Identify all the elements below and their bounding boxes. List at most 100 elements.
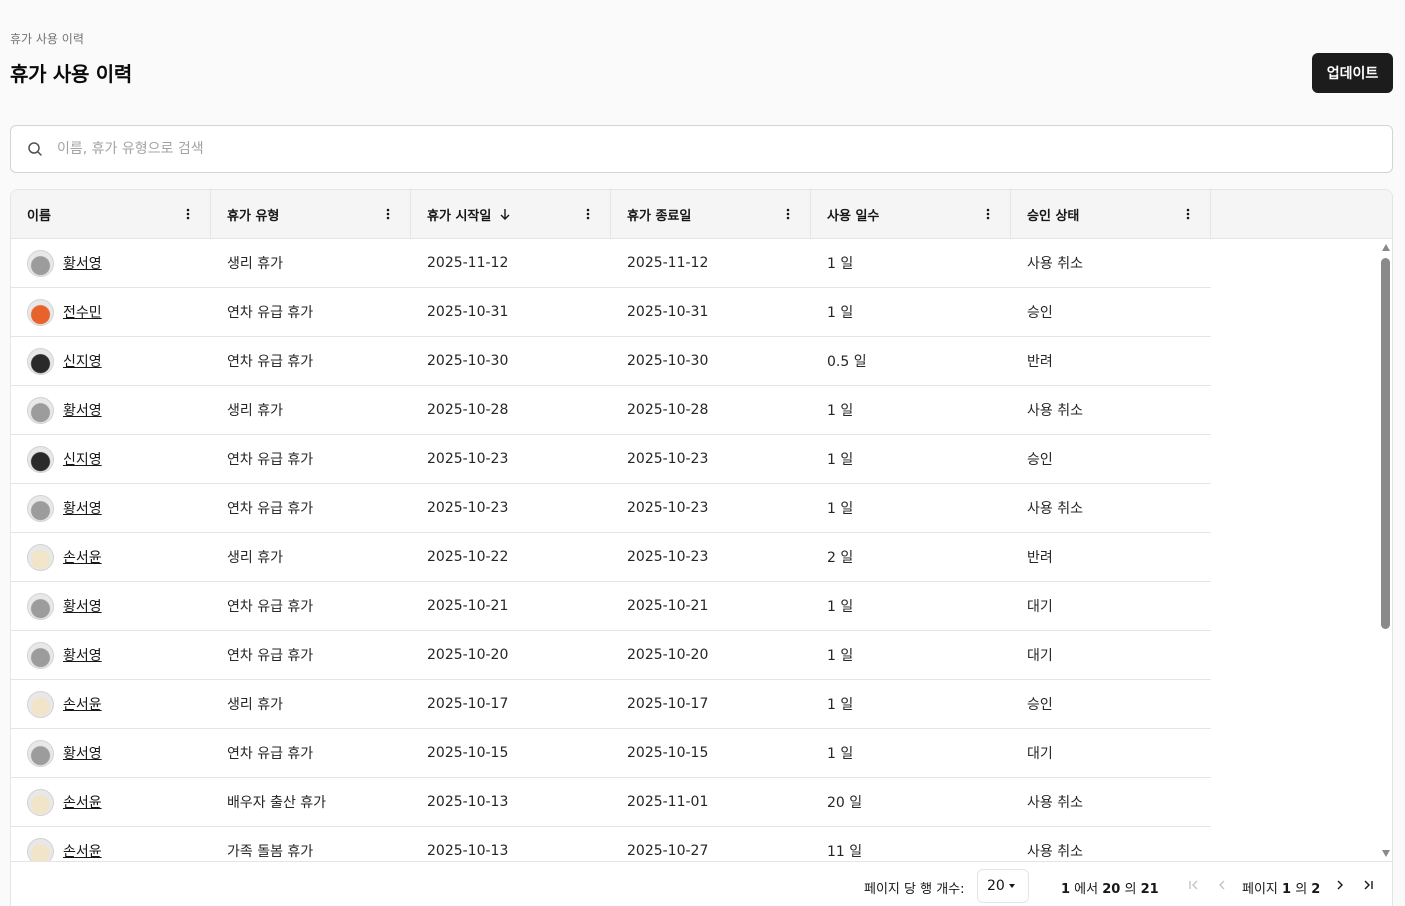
cell-leave-type: 연차 유급 휴가 — [227, 452, 314, 468]
table-row[interactable]: 황서영 연차 유급 휴가 2025-10-20 2025-10-20 1 일 대기 — [11, 631, 1211, 680]
employee-name-link[interactable]: 손서윤 — [63, 841, 102, 861]
page-title: 휴가 사용 이력 — [10, 62, 132, 86]
cell-approval-status: 사용 취소 — [1027, 256, 1083, 272]
employee-name-link[interactable]: 신지영 — [63, 449, 102, 469]
column-header-label: 휴가 종료일 — [627, 208, 692, 224]
column-header-name[interactable]: 이름 — [11, 190, 211, 238]
cell-days-used: 1 일 — [827, 697, 854, 713]
arrow-down-icon[interactable] — [499, 208, 511, 220]
scroll-up-arrow-icon[interactable] — [1382, 244, 1390, 251]
cell-end-date: 2025-10-28 — [627, 402, 709, 418]
previous-page-icon[interactable] — [1214, 877, 1230, 893]
employee-name-link[interactable]: 손서윤 — [63, 792, 102, 812]
cell-approval-status: 사용 취소 — [1027, 403, 1083, 419]
employee-name-link[interactable]: 전수민 — [63, 302, 102, 322]
more-vertical-icon[interactable] — [786, 208, 790, 220]
rows-per-page-select[interactable]: 20 — [977, 869, 1029, 903]
cell-name: 손서윤 — [11, 788, 211, 816]
table-row[interactable]: 황서영 연차 유급 휴가 2025-10-21 2025-10-21 1 일 대기 — [11, 582, 1211, 631]
cell-leave-type: 연차 유급 휴가 — [227, 305, 314, 321]
table-row[interactable]: 손서윤 배우자 출산 휴가 2025-10-13 2025-11-01 20 일 사용 취… — [11, 778, 1211, 827]
table-row[interactable]: 황서영 생리 휴가 2025-10-28 2025-10-28 1 일 사용 취소 — [11, 386, 1211, 435]
gray-cat-icon — [27, 592, 54, 620]
cell-approval-status: 승인 — [1027, 305, 1053, 321]
column-header-days[interactable]: 사용 일수 — [811, 190, 1011, 238]
cell-start-date: 2025-10-17 — [427, 696, 509, 712]
more-vertical-icon[interactable] — [1186, 208, 1190, 220]
employee-name-link[interactable]: 황서영 — [63, 743, 102, 763]
employee-name-link[interactable]: 황서영 — [63, 596, 102, 616]
white-cat-icon — [27, 543, 54, 571]
cell-leave-type: 생리 휴가 — [227, 550, 283, 566]
cell-approval-status: 대기 — [1027, 599, 1053, 615]
employee-name-link[interactable]: 황서영 — [63, 498, 102, 518]
next-page-icon[interactable] — [1332, 877, 1348, 893]
table-row[interactable]: 전수민 연차 유급 휴가 2025-10-31 2025-10-31 1 일 승인 — [11, 288, 1211, 337]
cell-approval-status: 승인 — [1027, 697, 1053, 713]
cell-days-used: 1 일 — [827, 305, 854, 321]
cell-days-used: 1 일 — [827, 256, 854, 272]
black-cat-icon — [27, 445, 54, 473]
employee-name-link[interactable]: 황서영 — [63, 253, 102, 273]
gray-cat-icon — [27, 396, 54, 424]
gray-cat-icon — [27, 739, 54, 767]
cell-leave-type: 연차 유급 휴가 — [227, 599, 314, 615]
column-header-label: 이름 — [27, 208, 51, 224]
cell-days-used: 1 일 — [827, 746, 854, 762]
table-header: 이름 휴가 유형 휴가 시작일 휴가 종료일 사용 일수 승인 상태 — [11, 190, 1392, 239]
employee-name-link[interactable]: 황서영 — [63, 400, 102, 420]
employee-name-link[interactable]: 손서윤 — [63, 547, 102, 567]
last-page-icon[interactable] — [1360, 877, 1376, 893]
more-vertical-icon[interactable] — [386, 208, 390, 220]
cell-end-date: 2025-10-17 — [627, 696, 709, 712]
column-header-end-date[interactable]: 휴가 종료일 — [611, 190, 811, 238]
cell-end-date: 2025-11-01 — [627, 794, 709, 810]
cell-name: 전수민 — [11, 298, 211, 326]
cell-end-date: 2025-11-12 — [627, 255, 709, 271]
cell-end-date: 2025-10-20 — [627, 647, 709, 663]
cell-name: 황서영 — [11, 494, 211, 522]
column-header-start-date[interactable]: 휴가 시작일 — [411, 190, 611, 238]
employee-name-link[interactable]: 황서영 — [63, 645, 102, 665]
rows-per-page-label: 페이지 당 행 개수: — [864, 882, 965, 897]
table-row[interactable]: 황서영 연차 유급 휴가 2025-10-15 2025-10-15 1 일 대기 — [11, 729, 1211, 778]
column-header-label: 승인 상태 — [1027, 208, 1080, 224]
table-row[interactable]: 신지영 연차 유급 휴가 2025-10-30 2025-10-30 0.5 일 반려 — [11, 337, 1211, 386]
more-vertical-icon[interactable] — [186, 208, 190, 220]
gray-cat-icon — [27, 249, 54, 277]
cell-start-date: 2025-10-21 — [427, 598, 509, 614]
employee-name-link[interactable]: 신지영 — [63, 351, 102, 371]
cell-name: 신지영 — [11, 347, 211, 375]
table-row[interactable]: 손서윤 생리 휴가 2025-10-17 2025-10-17 1 일 승인 — [11, 680, 1211, 729]
cell-name: 신지영 — [11, 445, 211, 473]
cell-start-date: 2025-10-23 — [427, 451, 509, 467]
first-page-icon[interactable] — [1186, 877, 1202, 893]
cell-start-date: 2025-10-15 — [427, 745, 509, 761]
cell-end-date: 2025-10-30 — [627, 353, 709, 369]
table-row[interactable]: 손서윤 생리 휴가 2025-10-22 2025-10-23 2 일 반려 — [11, 533, 1211, 582]
employee-name-link[interactable]: 손서윤 — [63, 694, 102, 714]
column-header-type[interactable]: 휴가 유형 — [211, 190, 411, 238]
cell-approval-status: 승인 — [1027, 452, 1053, 468]
cell-name: 황서영 — [11, 396, 211, 424]
scroll-down-arrow-icon[interactable] — [1382, 850, 1390, 857]
vertical-scrollbar[interactable] — [1379, 242, 1392, 862]
table-body: 황서영 생리 휴가 2025-11-12 2025-11-12 1 일 사용 취소 전수민 연… — [11, 239, 1211, 876]
cell-leave-type: 배우자 출산 휴가 — [227, 795, 327, 811]
table-row[interactable]: 황서영 생리 휴가 2025-11-12 2025-11-12 1 일 사용 취소 — [11, 239, 1211, 288]
cell-days-used: 1 일 — [827, 403, 854, 419]
search-input[interactable] — [57, 141, 1337, 157]
more-vertical-icon[interactable] — [986, 208, 990, 220]
cell-start-date: 2025-10-13 — [427, 794, 509, 810]
table-row[interactable]: 신지영 연차 유급 휴가 2025-10-23 2025-10-23 1 일 승인 — [11, 435, 1211, 484]
search-icon — [28, 142, 42, 156]
scroll-thumb[interactable] — [1381, 258, 1390, 629]
cell-start-date: 2025-10-20 — [427, 647, 509, 663]
cell-name: 손서윤 — [11, 690, 211, 718]
update-button[interactable]: 업데이트 — [1312, 53, 1393, 93]
more-vertical-icon[interactable] — [586, 208, 590, 220]
table-row[interactable]: 황서영 연차 유급 휴가 2025-10-23 2025-10-23 1 일 사용 취소 — [11, 484, 1211, 533]
cell-start-date: 2025-11-12 — [427, 255, 509, 271]
column-header-status[interactable]: 승인 상태 — [1011, 190, 1211, 238]
cell-approval-status: 대기 — [1027, 746, 1053, 762]
